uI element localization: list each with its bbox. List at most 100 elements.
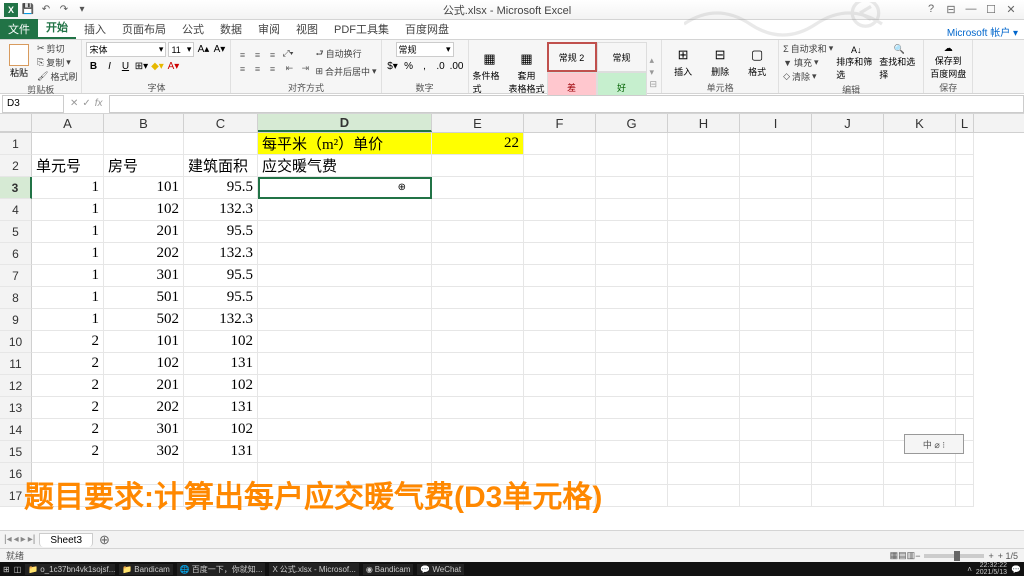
cell-G16[interactable] <box>596 463 668 485</box>
cell-B3[interactable]: 101 <box>104 177 184 199</box>
task-folder[interactable]: 📁 o_1c37bn4vk1sojsf... <box>25 564 115 575</box>
cell-C6[interactable]: 132.3 <box>184 243 258 265</box>
cell-D10[interactable] <box>258 331 432 353</box>
cell-E7[interactable] <box>432 265 524 287</box>
sheet-tab-active[interactable]: Sheet3 <box>39 533 93 547</box>
align-left-icon[interactable]: ≡ <box>235 62 249 75</box>
cell-F10[interactable] <box>524 331 596 353</box>
cell-J2[interactable] <box>812 155 884 177</box>
cell-L5[interactable] <box>956 221 974 243</box>
cell-L9[interactable] <box>956 309 974 331</box>
cell-B4[interactable]: 102 <box>104 199 184 221</box>
cell-I11[interactable] <box>740 353 812 375</box>
cell-G14[interactable] <box>596 419 668 441</box>
insert-cells-button[interactable]: ⊞插入 <box>666 46 700 78</box>
cell-A9[interactable]: 1 <box>32 309 104 331</box>
task-wechat[interactable]: 💬 WeChat <box>417 564 464 575</box>
cell-E8[interactable] <box>432 287 524 309</box>
cell-H8[interactable] <box>668 287 740 309</box>
cell-K17[interactable] <box>884 485 956 507</box>
cell-J13[interactable] <box>812 397 884 419</box>
cell-E5[interactable] <box>432 221 524 243</box>
cell-C2[interactable]: 建筑面积 <box>184 155 258 177</box>
cell-I4[interactable] <box>740 199 812 221</box>
cell-L16[interactable] <box>956 463 974 485</box>
col-header-E[interactable]: E <box>432 114 524 132</box>
cell-J16[interactable] <box>812 463 884 485</box>
cond-format-button[interactable]: ▦条件格式 <box>473 50 507 95</box>
task-view-icon[interactable]: ◫ <box>14 565 22 574</box>
zoom-level[interactable]: + 1/5 <box>998 551 1018 561</box>
style-more-icon[interactable]: ⊟ <box>650 79 658 90</box>
row-header-10[interactable]: 10 <box>0 331 32 353</box>
cell-F3[interactable] <box>524 177 596 199</box>
cell-G15[interactable] <box>596 441 668 463</box>
cell-E1[interactable]: 22 <box>432 133 524 155</box>
cell-I16[interactable] <box>740 463 812 485</box>
task-edge[interactable]: 🌐 百度一下，你就知... <box>177 563 266 576</box>
cell-I8[interactable] <box>740 287 812 309</box>
cell-K10[interactable] <box>884 331 956 353</box>
cell-G17[interactable] <box>596 485 668 507</box>
border-button[interactable]: ⊞▾ <box>134 59 148 73</box>
orientation-button[interactable]: ⤢▾ <box>282 48 312 59</box>
tab-home[interactable]: 开始 <box>38 17 76 39</box>
cell-B14[interactable]: 301 <box>104 419 184 441</box>
underline-button[interactable]: U <box>118 59 132 73</box>
row-header-12[interactable]: 12 <box>0 375 32 397</box>
sort-filter-button[interactable]: A↓排序和筛选 <box>836 45 876 81</box>
cell-A6[interactable]: 1 <box>32 243 104 265</box>
cell-H17[interactable] <box>668 485 740 507</box>
cell-H4[interactable] <box>668 199 740 221</box>
cell-J14[interactable] <box>812 419 884 441</box>
cell-H13[interactable] <box>668 397 740 419</box>
col-header-D[interactable]: D <box>258 114 432 132</box>
task-bandicam2[interactable]: ◉ Bandicam <box>363 564 414 575</box>
account-link[interactable]: Microsoft 帐户 ▾ <box>941 24 1024 39</box>
cell-I13[interactable] <box>740 397 812 419</box>
cell-J17[interactable] <box>812 485 884 507</box>
cell-K12[interactable] <box>884 375 956 397</box>
cell-E12[interactable] <box>432 375 524 397</box>
row-header-14[interactable]: 14 <box>0 419 32 441</box>
inc-dec-icon[interactable]: .0 <box>434 59 448 73</box>
cell-H14[interactable] <box>668 419 740 441</box>
cell-H6[interactable] <box>668 243 740 265</box>
cell-K11[interactable] <box>884 353 956 375</box>
cell-J15[interactable] <box>812 441 884 463</box>
cell-C13[interactable]: 131 <box>184 397 258 419</box>
help-icon[interactable]: ? <box>924 3 938 16</box>
cell-E15[interactable] <box>432 441 524 463</box>
cell-J1[interactable] <box>812 133 884 155</box>
notif-icon[interactable]: 💬 <box>1011 565 1021 574</box>
taskbar-clock[interactable]: 22:32:222021/5/13 <box>976 562 1007 576</box>
ribbon-opts-icon[interactable]: ⊟ <box>944 3 958 16</box>
cell-G8[interactable] <box>596 287 668 309</box>
cell-A12[interactable]: 2 <box>32 375 104 397</box>
align-bot-icon[interactable]: ≡ <box>265 48 279 61</box>
cell-I15[interactable] <box>740 441 812 463</box>
cell-D15[interactable] <box>258 441 432 463</box>
style-scroll-down-icon[interactable]: ▾ <box>650 67 658 78</box>
cell-J8[interactable] <box>812 287 884 309</box>
cell-J5[interactable] <box>812 221 884 243</box>
cell-F9[interactable] <box>524 309 596 331</box>
zoom-out-icon[interactable]: − <box>915 551 920 561</box>
clear-button[interactable]: ◇ 清除 ▾ <box>783 70 833 83</box>
tab-formulas[interactable]: 公式 <box>174 19 212 39</box>
cell-C11[interactable]: 131 <box>184 353 258 375</box>
tab-first-icon[interactable]: |◂ <box>4 534 12 545</box>
cell-H15[interactable] <box>668 441 740 463</box>
cell-D14[interactable] <box>258 419 432 441</box>
cell-B9[interactable]: 502 <box>104 309 184 331</box>
qat-redo-icon[interactable]: ↷ <box>56 2 72 18</box>
view-normal-icon[interactable]: ▦ <box>890 550 899 561</box>
cell-D5[interactable] <box>258 221 432 243</box>
cell-L17[interactable] <box>956 485 974 507</box>
col-header-F[interactable]: F <box>524 114 596 132</box>
cell-J12[interactable] <box>812 375 884 397</box>
tab-data[interactable]: 数据 <box>212 19 250 39</box>
cell-B15[interactable]: 302 <box>104 441 184 463</box>
cell-D2[interactable]: 应交暖气费 <box>258 155 432 177</box>
cell-I6[interactable] <box>740 243 812 265</box>
